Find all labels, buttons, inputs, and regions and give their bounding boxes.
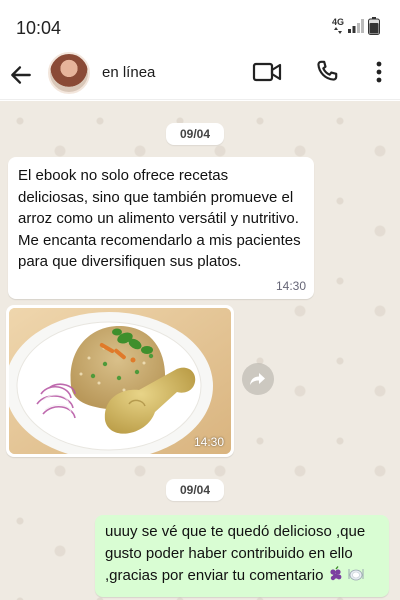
message-text-wrapper: uuuy se vé que te quedó delicioso ,que g… (105, 521, 381, 587)
plate-icon (348, 569, 364, 581)
forward-button[interactable] (242, 363, 274, 395)
grape-icon (330, 566, 342, 581)
status-bar: 10:04 4G (0, 0, 400, 52)
chat-area[interactable]: 09/04 El ebook no solo ofrece recetas de… (0, 101, 400, 600)
incoming-message[interactable]: El ebook no solo ofrece recetas delicios… (8, 157, 314, 299)
video-call-icon[interactable] (252, 60, 282, 84)
arrow-left-icon[interactable] (8, 62, 34, 88)
date-chip: 09/04 (166, 123, 225, 145)
status-icons: 4G (332, 17, 380, 35)
food-photo[interactable] (9, 308, 231, 454)
phone-icon[interactable] (314, 58, 340, 84)
date-chip: 09/04 (166, 479, 225, 501)
status-time: 10:04 (16, 18, 62, 38)
data-arrows-icon (333, 27, 342, 34)
network-indicator: 4G (332, 18, 344, 34)
contact-status[interactable]: en línea (102, 64, 155, 81)
more-vert-icon[interactable] (370, 60, 388, 84)
image-message[interactable]: 14:30 (6, 305, 234, 457)
message-text: El ebook no solo ofrece recetas delicios… (18, 167, 301, 270)
forward-icon (250, 373, 265, 385)
chat-header: en línea (0, 52, 400, 100)
message-text: uuuy se vé que te quedó delicioso ,que g… (105, 523, 366, 584)
image-time: 14:30 (193, 435, 224, 449)
signal-icon (348, 19, 364, 33)
contact-avatar[interactable] (48, 52, 90, 94)
network-type: 4G (331, 17, 344, 27)
battery-icon (368, 17, 380, 35)
outgoing-message[interactable]: uuuy se vé que te quedó delicioso ,que g… (95, 515, 389, 597)
message-time: 14:30 (275, 279, 306, 293)
